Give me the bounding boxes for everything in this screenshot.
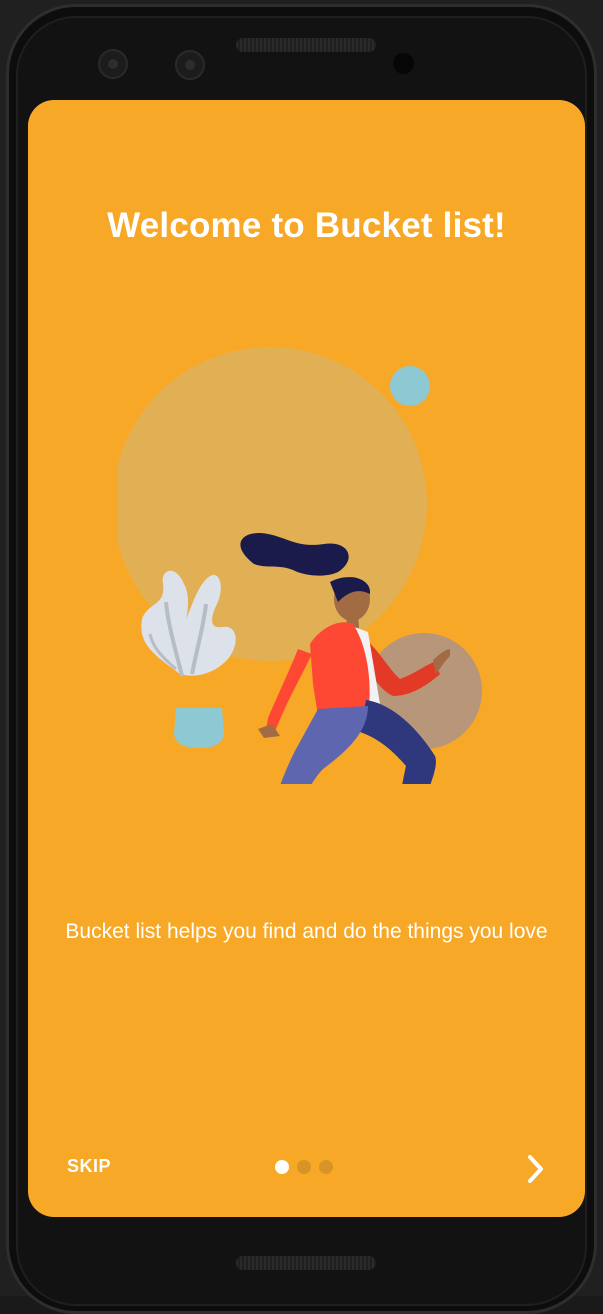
page-indicator — [275, 1160, 333, 1174]
chevron-right-icon — [528, 1155, 543, 1183]
onboarding-description: Bucket list helps you find and do the th… — [65, 920, 548, 943]
onboarding-screen: Welcome to Bucket list! Bucket list help… — [28, 100, 585, 1217]
small-blue-circle-icon — [390, 366, 430, 406]
next-button[interactable] — [518, 1152, 552, 1186]
skip-button[interactable]: SKIP — [67, 1156, 111, 1177]
bottom-speaker — [236, 1256, 376, 1270]
page-title: Welcome to Bucket list! — [107, 206, 506, 245]
device-frame: Welcome to Bucket list! Bucket list help… — [0, 0, 603, 1314]
front-camera-icon — [98, 49, 128, 79]
proximity-sensor-icon — [393, 53, 414, 74]
front-camera-secondary-icon — [175, 50, 205, 80]
woman-walking-illustration — [118, 347, 482, 784]
page-indicator-dot-3 — [319, 1160, 333, 1174]
page-indicator-dot-1 — [275, 1160, 289, 1174]
earpiece-speaker — [236, 38, 376, 52]
page-indicator-dot-2 — [297, 1160, 311, 1174]
